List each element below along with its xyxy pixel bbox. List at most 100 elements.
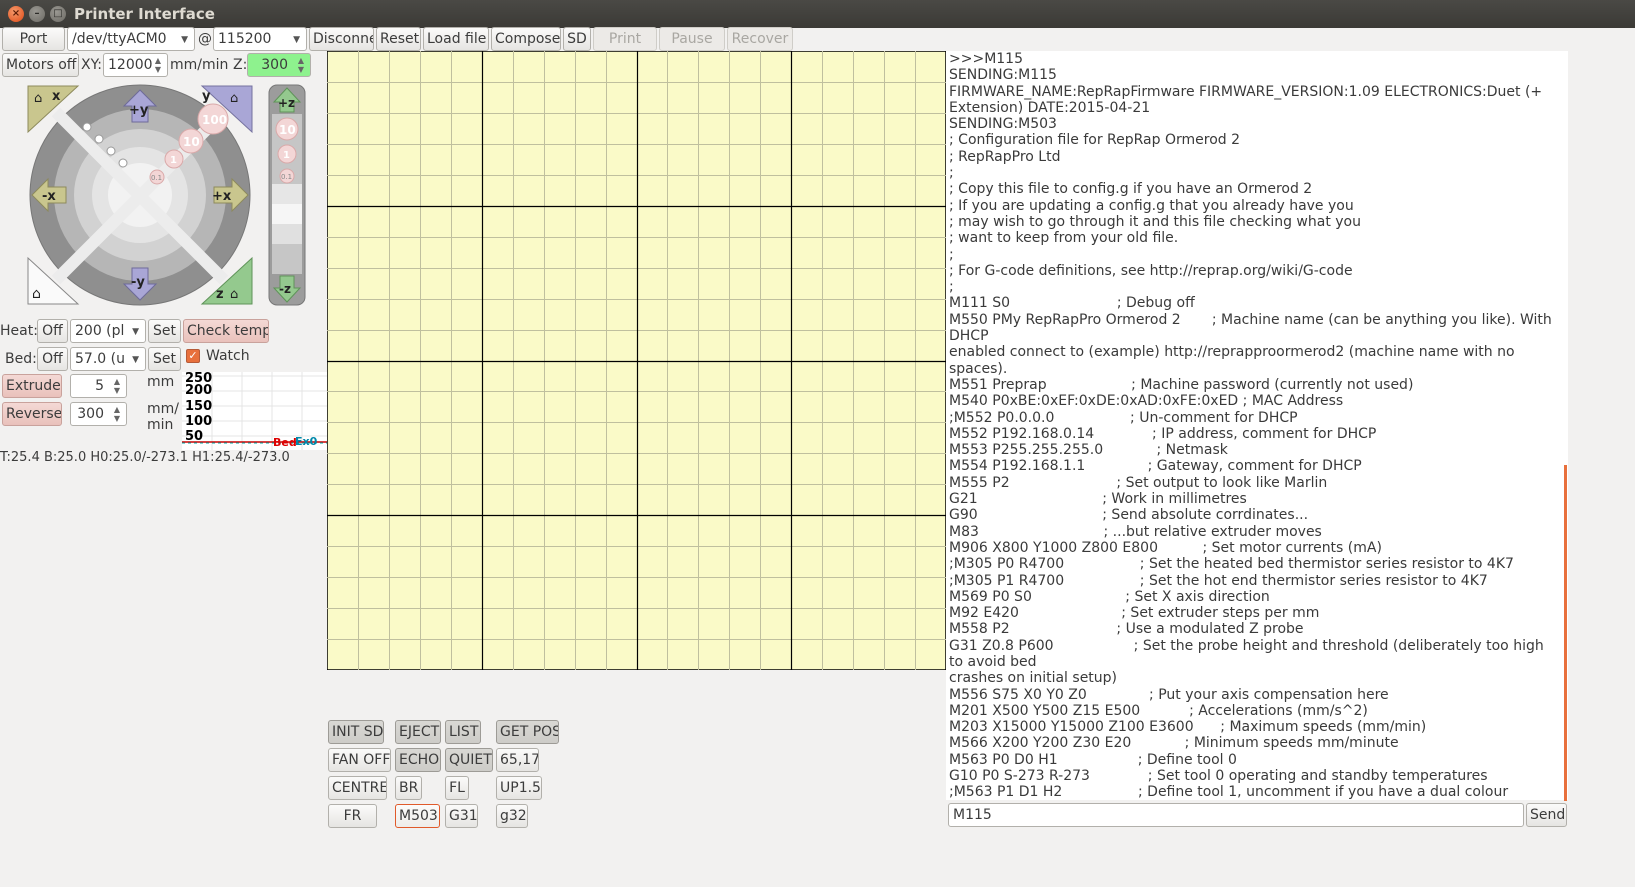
extrude-amount-input[interactable]: 5 ▲ ▼ — [70, 374, 127, 398]
macro-fl-button[interactable]: FL — [445, 776, 469, 800]
command-input[interactable]: M115 — [948, 803, 1524, 827]
at-label: @ — [198, 31, 212, 47]
compose-button[interactable]: Compose — [491, 27, 561, 51]
extruder-legend: Ex0 — [295, 435, 318, 448]
console-line: Extension) DATE:2015-04-21 — [949, 99, 1151, 116]
send-button[interactable]: Send — [1526, 803, 1567, 827]
step-10-label: 10 — [183, 135, 200, 149]
macro-g32-button[interactable]: g32 — [496, 804, 528, 828]
reverse-speed-value: 300 — [77, 406, 104, 422]
bed-off-button[interactable]: Off — [37, 347, 68, 371]
window-footer — [0, 829, 1635, 887]
sd-button[interactable]: SD — [563, 27, 591, 51]
console-line: FIRMWARE_NAME:RepRapFirmware FIRMWARE_VE… — [949, 83, 1543, 100]
reverse-button[interactable]: Reverse — [2, 402, 62, 426]
console-line: ; RepRapPro Ltd — [949, 148, 1061, 165]
macro-echo-button[interactable]: ECHO — [395, 748, 441, 772]
macro-init-sd-button[interactable]: INIT SD — [328, 720, 384, 744]
console-line: M553 P255.255.255.0 ; Netmask — [949, 442, 1228, 459]
console-line: M111 S0 ; Debug off — [949, 295, 1195, 312]
console-line: M554 P192.168.1.1 ; Gateway, comment for… — [949, 458, 1362, 475]
xy-speed-input[interactable]: 12000 ▲ ▼ — [103, 53, 168, 77]
extrude-button[interactable]: Extrude — [2, 374, 62, 398]
z-speed-input[interactable]: 300 ▲ ▼ — [247, 53, 311, 77]
mini-chart-tick: 200 — [185, 383, 213, 398]
print-button[interactable]: Print — [593, 27, 657, 51]
macro-fan-off-button[interactable]: FAN OFF — [328, 748, 391, 772]
z-jog-control[interactable]: +z -z 10 1 0.1 — [268, 84, 306, 306]
port-select[interactable]: /dev/ttyACM0 ▼ — [67, 27, 195, 51]
macro-eject-button[interactable]: EJECT — [395, 720, 441, 744]
console-log[interactable]: >>>M115 SENDING:M115 FIRMWARE_NAME:RepRapF… — [946, 51, 1568, 800]
svg-text:-x: -x — [42, 189, 56, 204]
console-line: M555 P2 ; Set output to look like Marlin — [949, 474, 1328, 491]
macro-get-pos-button[interactable]: GET POS — [496, 720, 559, 744]
reverse-speed-input[interactable]: 300 ▲ ▼ — [70, 402, 127, 426]
title-bar: × – □ Printer Interface — [0, 0, 1635, 28]
bed-temp-value: 57.0 (u — [75, 351, 125, 367]
console-line: ; may wish to go through it and this fil… — [949, 213, 1361, 230]
chevron-down-icon: ▼ — [181, 35, 188, 45]
svg-text:+z: +z — [278, 96, 295, 110]
mini-chart-tick: 100 — [185, 414, 213, 429]
macro-m503-button[interactable]: M503 — [395, 804, 440, 828]
step-100-label: 100 — [202, 113, 227, 127]
macro-quiet-button[interactable]: QUIET — [445, 748, 493, 772]
svg-text:y: y — [202, 89, 211, 104]
motors-off-button[interactable]: Motors off — [2, 53, 79, 77]
reset-button[interactable]: Reset — [376, 27, 421, 51]
chevron-down-icon: ▼ — [132, 327, 139, 337]
macro-g31-button[interactable]: G31 — [445, 804, 478, 828]
z-step-0-1-label: 0.1 — [281, 173, 292, 181]
console-line: M563 P0 D0 H1 ; Define tool 0 — [949, 751, 1237, 768]
bed-temp-select[interactable]: 57.0 (u ▼ — [70, 347, 146, 371]
pause-button[interactable]: Pause — [659, 27, 725, 51]
speed-unit-label: mm/min — [170, 57, 229, 73]
macro-br-button[interactable]: BR — [395, 776, 422, 800]
console-line: M906 X800 Y1000 Z800 E800 ; Set motor cu… — [949, 539, 1382, 556]
recover-button[interactable]: Recover — [727, 27, 793, 51]
heat-off-button[interactable]: Off — [37, 319, 68, 343]
console-line: ;M305 P0 R4700 ; Set the heated bed ther… — [949, 556, 1514, 573]
macro-centre-button[interactable]: CENTRE — [328, 776, 387, 800]
baud-select[interactable]: 115200 ▼ — [213, 27, 307, 51]
mini-chart-tick: 50 — [185, 429, 204, 444]
svg-text:x: x — [52, 89, 61, 104]
xy-jog-control[interactable]: ⌂ x y ⌂ ⌂ z ⌂ +y -y -x +x 100 10 1 0.1 — [26, 84, 254, 306]
svg-text:z: z — [216, 287, 224, 302]
reverse-unit-label-2: min — [147, 417, 174, 433]
console-scrollbar[interactable] — [1564, 465, 1567, 801]
step-1-label: 1 — [170, 155, 177, 166]
macro-fr-button[interactable]: FR — [328, 804, 377, 828]
svg-text:-y: -y — [131, 275, 145, 290]
check-temp-button[interactable]: Check temp — [183, 319, 269, 343]
console-line: ; want to keep from your old file. — [949, 230, 1179, 247]
port-select-value: /dev/ttyACM0 — [72, 31, 167, 47]
load-file-button[interactable]: Load file — [423, 27, 489, 51]
minimize-window-button[interactable]: – — [29, 6, 45, 22]
console-line: G21 ; Work in millimetres — [949, 491, 1247, 508]
bed-set-button[interactable]: Set — [148, 347, 181, 371]
extrude-unit-label: mm — [147, 374, 175, 390]
console-line: SENDING:M503 — [949, 116, 1057, 133]
macro-up1-5-button[interactable]: UP1.5 — [496, 776, 542, 800]
spin-arrows-icon: ▲ ▼ — [297, 56, 305, 74]
console-lines: >>>M115 SENDING:M115 FIRMWARE_NAME:RepRapF… — [946, 51, 1568, 800]
console-line: enabled connect to (example) http://repr… — [949, 344, 1520, 377]
heat-temp-value: 200 (pl — [75, 323, 125, 339]
maximize-window-button[interactable]: □ — [50, 6, 66, 22]
watch-checkbox[interactable]: ✓ — [186, 349, 200, 363]
print-bed-plot[interactable] — [327, 51, 946, 670]
close-window-button[interactable]: × — [8, 6, 24, 22]
temperature-mini-chart: 250 200 150 100 50 Bed Ex0 — [182, 372, 327, 450]
watch-label: Watch — [206, 348, 250, 364]
reverse-unit-label-1: mm/ — [147, 401, 179, 417]
disconnect-button[interactable]: Disconne — [309, 27, 374, 51]
macro-65-17-button[interactable]: 65,17 — [496, 748, 539, 772]
z-speed-label: Z: — [233, 57, 248, 73]
heat-temp-select[interactable]: 200 (pl ▼ — [70, 319, 146, 343]
console-line: G90 ; Send absolute corrdinates... — [949, 507, 1309, 524]
port-button[interactable]: Port — [2, 27, 65, 51]
macro-list-button[interactable]: LIST — [445, 720, 481, 744]
heat-set-button[interactable]: Set — [148, 319, 181, 343]
